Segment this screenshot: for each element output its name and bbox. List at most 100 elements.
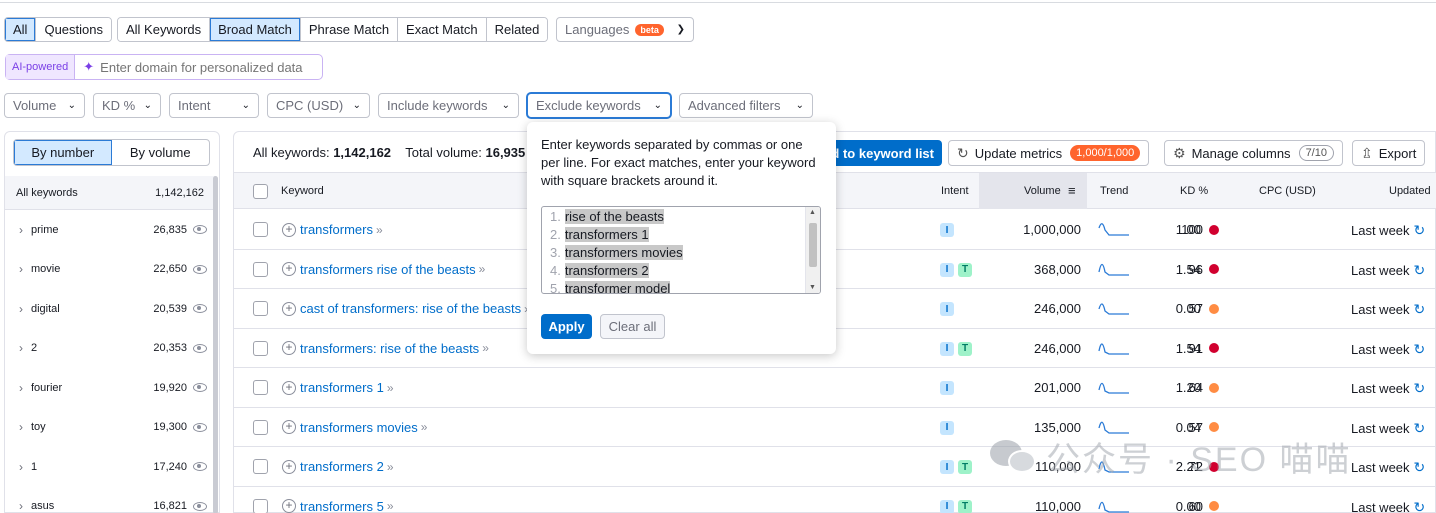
update-metrics-button[interactable]: ↻ Update metrics 1,000/1,000 bbox=[948, 140, 1150, 166]
keyword-text[interactable]: transformers bbox=[300, 222, 373, 237]
plus-circle-icon[interactable]: + bbox=[282, 380, 296, 395]
refresh-icon[interactable]: ↻ bbox=[1414, 301, 1426, 318]
group-row[interactable]: › digital 20,539 bbox=[5, 289, 215, 329]
scroll-thumb[interactable] bbox=[809, 223, 817, 267]
tab-related[interactable]: Related bbox=[486, 18, 548, 41]
keyword-text[interactable]: transformers movies bbox=[300, 420, 418, 435]
double-chevron-right-icon[interactable]: » bbox=[482, 341, 489, 355]
groups-scrollbar[interactable] bbox=[213, 176, 218, 513]
group-row[interactable]: › prime 26,835 bbox=[5, 210, 215, 250]
col-volume[interactable]: Volume bbox=[1024, 185, 1061, 197]
refresh-icon[interactable]: ↻ bbox=[1414, 380, 1426, 397]
eye-icon[interactable] bbox=[193, 264, 207, 274]
eye-icon[interactable] bbox=[193, 225, 207, 235]
plus-circle-icon[interactable]: + bbox=[282, 222, 296, 237]
filter-advanced[interactable]: Advanced filters ⌄ bbox=[679, 93, 813, 118]
filter-exclude-keywords[interactable]: Exclude keywords ⌄ bbox=[527, 93, 671, 118]
col-cpc[interactable]: CPC (USD) bbox=[1259, 185, 1316, 197]
plus-circle-icon[interactable]: + bbox=[282, 262, 296, 276]
domain-input[interactable] bbox=[100, 59, 321, 75]
col-intent[interactable]: Intent bbox=[941, 185, 969, 197]
filter-cpc[interactable]: CPC (USD) ⌄ bbox=[267, 93, 370, 118]
tab-all[interactable]: All bbox=[5, 18, 37, 41]
group-row[interactable]: › 2 20,353 bbox=[5, 329, 215, 369]
all-keywords-group[interactable]: All keywords 1,142,162 bbox=[5, 176, 215, 210]
col-kd[interactable]: KD % bbox=[1180, 185, 1208, 197]
select-all-checkbox[interactable] bbox=[253, 184, 268, 199]
filter-kd[interactable]: KD % ⌄ bbox=[93, 93, 161, 118]
scroll-up-icon[interactable]: ▲ bbox=[809, 209, 816, 216]
keyword-link[interactable]: + transformers rise of the beasts» bbox=[282, 262, 485, 277]
keyword-link[interactable]: + transformers 5» bbox=[282, 499, 394, 513]
row-checkbox[interactable] bbox=[253, 498, 268, 513]
refresh-icon[interactable]: ↻ bbox=[1414, 262, 1426, 279]
row-checkbox[interactable] bbox=[253, 380, 268, 395]
row-checkbox[interactable] bbox=[253, 261, 268, 277]
row-checkbox[interactable] bbox=[253, 459, 268, 474]
double-chevron-right-icon[interactable]: » bbox=[387, 381, 394, 395]
eye-icon[interactable] bbox=[193, 501, 207, 511]
keyword-link[interactable]: + transformers movies» bbox=[282, 420, 427, 435]
by-number-button[interactable]: By number bbox=[14, 140, 112, 165]
keyword-link[interactable]: + transformers» bbox=[282, 222, 383, 237]
row-checkbox[interactable] bbox=[253, 222, 268, 237]
refresh-icon[interactable]: ↻ bbox=[1414, 420, 1426, 437]
textarea-scrollbar[interactable]: ▲ ▼ bbox=[805, 207, 820, 293]
eye-icon[interactable] bbox=[193, 462, 207, 472]
keyword-link[interactable]: + cast of transformers: rise of the beast… bbox=[282, 301, 531, 316]
tab-all-keywords[interactable]: All Keywords bbox=[118, 18, 211, 41]
double-chevron-right-icon[interactable]: » bbox=[387, 499, 394, 513]
keyword-link[interactable]: + transformers: rise of the beasts» bbox=[282, 341, 489, 356]
eye-icon[interactable] bbox=[193, 422, 207, 432]
sort-desc-icon[interactable]: ≡ bbox=[1068, 183, 1076, 198]
keyword-text[interactable]: transformers rise of the beasts bbox=[300, 262, 476, 277]
row-checkbox[interactable] bbox=[253, 340, 268, 356]
keyword-text[interactable]: transformers 2 bbox=[300, 459, 384, 474]
row-checkbox[interactable] bbox=[253, 301, 268, 316]
filter-intent[interactable]: Intent ⌄ bbox=[169, 93, 259, 118]
group-row[interactable]: › toy 19,300 bbox=[5, 408, 215, 448]
add-to-keyword-list-button[interactable]: d to keyword list bbox=[824, 140, 942, 166]
keyword-link[interactable]: + transformers 1» bbox=[282, 380, 394, 395]
keyword-link[interactable]: + transformers 2» bbox=[282, 459, 394, 474]
eye-icon[interactable] bbox=[193, 304, 207, 314]
apply-button[interactable]: Apply bbox=[541, 314, 592, 339]
double-chevron-right-icon[interactable]: » bbox=[421, 420, 428, 434]
row-checkbox[interactable] bbox=[253, 419, 268, 435]
plus-circle-icon[interactable]: + bbox=[282, 499, 296, 513]
double-chevron-right-icon[interactable]: » bbox=[387, 460, 394, 474]
refresh-icon[interactable]: ↻ bbox=[1414, 459, 1426, 476]
tab-phrase-match[interactable]: Phrase Match bbox=[300, 18, 399, 41]
eye-icon[interactable] bbox=[193, 343, 207, 353]
by-volume-button[interactable]: By volume bbox=[112, 140, 210, 165]
tab-questions[interactable]: Questions bbox=[36, 18, 111, 41]
group-row[interactable]: › 1 17,240 bbox=[5, 447, 215, 487]
refresh-icon[interactable]: ↻ bbox=[1414, 222, 1426, 239]
group-row[interactable]: › asus 16,821 bbox=[5, 487, 215, 513]
double-chevron-right-icon[interactable]: » bbox=[479, 262, 486, 276]
plus-circle-icon[interactable]: + bbox=[282, 301, 296, 316]
filter-include-keywords[interactable]: Include keywords ⌄ bbox=[378, 93, 519, 118]
plus-circle-icon[interactable]: + bbox=[282, 341, 296, 355]
col-keyword[interactable]: Keyword bbox=[281, 185, 324, 197]
double-chevron-right-icon[interactable]: » bbox=[376, 223, 383, 237]
scroll-down-icon[interactable]: ▼ bbox=[809, 284, 816, 291]
keyword-text[interactable]: transformers: rise of the beasts bbox=[300, 341, 479, 356]
refresh-icon[interactable]: ↻ bbox=[1414, 499, 1426, 513]
plus-circle-icon[interactable]: + bbox=[282, 420, 296, 434]
col-updated[interactable]: Updated bbox=[1389, 185, 1431, 197]
manage-columns-button[interactable]: ⚙ Manage columns 7/10 bbox=[1164, 140, 1343, 166]
plus-circle-icon[interactable]: + bbox=[282, 459, 296, 474]
export-button[interactable]: ⇫ Export bbox=[1352, 140, 1426, 166]
col-trend[interactable]: Trend bbox=[1100, 185, 1128, 197]
clear-all-button[interactable]: Clear all bbox=[600, 314, 665, 339]
group-row[interactable]: › fourier 19,920 bbox=[5, 368, 215, 408]
filter-volume[interactable]: Volume ⌄ bbox=[4, 93, 85, 118]
keyword-text[interactable]: transformers 5 bbox=[300, 499, 384, 513]
keyword-text[interactable]: cast of transformers: rise of the beasts bbox=[300, 301, 521, 316]
exclude-keywords-textarea[interactable]: 1. rise of the beasts 2. transformers 1 3.… bbox=[541, 206, 821, 294]
languages-dropdown[interactable]: Languages beta ❯ bbox=[556, 17, 694, 42]
eye-icon[interactable] bbox=[193, 383, 207, 393]
keyword-text[interactable]: transformers 1 bbox=[300, 380, 384, 395]
tab-broad-match[interactable]: Broad Match bbox=[210, 18, 301, 41]
